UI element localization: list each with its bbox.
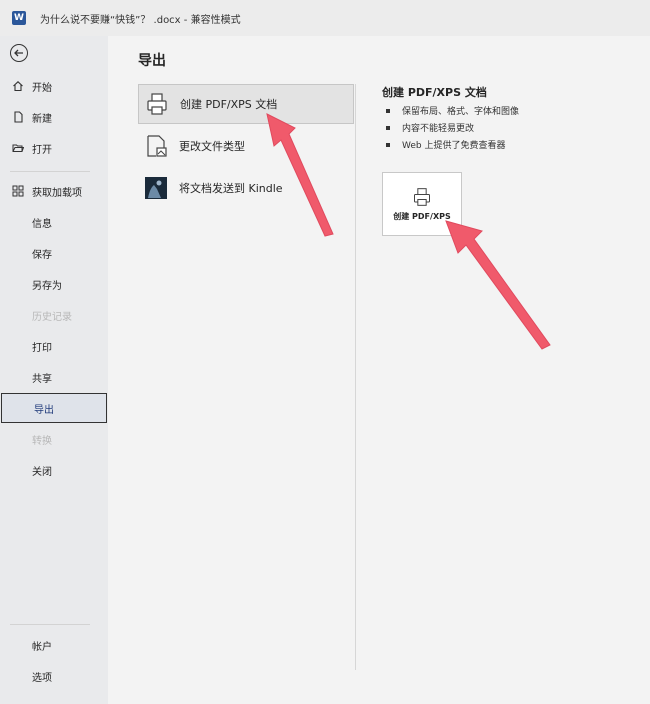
window-title: 为什么说不要赚“快钱”？ .docx - 兼容性模式 — [40, 14, 241, 26]
sidebar-item-label: 共享 — [32, 373, 52, 385]
sidebar-item-label: 信息 — [32, 218, 52, 230]
detail-bullet: Web 上提供了免费查看器 — [382, 136, 519, 153]
back-button[interactable] — [10, 44, 28, 62]
folder-open-icon — [12, 142, 26, 154]
page-title: 导出 — [138, 53, 166, 69]
detail-bullet-list: 保留布局、格式、字体和图像 内容不能轻易更改 Web 上提供了免费查看器 — [382, 102, 519, 153]
change-file-type-icon — [143, 133, 169, 159]
sidebar-item-label: 帐户 — [32, 641, 52, 653]
detail-bullet: 保留布局、格式、字体和图像 — [382, 102, 519, 119]
sidebar-item-new[interactable]: 新建 — [0, 103, 108, 131]
kindle-icon — [143, 175, 169, 201]
sidebar-item-print[interactable]: 打印 — [0, 332, 108, 360]
home-icon — [12, 80, 26, 92]
sidebar-item-label: 新建 — [32, 113, 52, 125]
detail-title: 创建 PDF/XPS 文档 — [382, 86, 487, 99]
sidebar-divider — [10, 624, 90, 625]
detail-bullet: 内容不能轻易更改 — [382, 119, 519, 136]
create-pdf-xps-button-label: 创建 PDF/XPS — [393, 211, 451, 221]
export-option-change-file-type[interactable]: 更改文件类型 — [138, 126, 354, 166]
sidebar-item-export[interactable]: 导出 — [1, 393, 107, 423]
export-option-send-to-kindle[interactable]: 将文档发送到 Kindle — [138, 168, 354, 208]
sidebar-item-transform: 转换 — [0, 425, 108, 453]
sidebar-item-history: 历史记录 — [0, 301, 108, 329]
create-pdf-xps-button[interactable]: 创建 PDF/XPS — [382, 172, 462, 236]
pdf-printer-icon — [144, 91, 170, 117]
sidebar-item-save-as[interactable]: 另存为 — [0, 270, 108, 298]
arrow-left-circle-icon — [14, 49, 23, 57]
sidebar-item-label: 另存为 — [32, 280, 62, 292]
sidebar-item-home[interactable]: 开始 — [0, 72, 108, 100]
sidebar-item-open[interactable]: 打开 — [0, 134, 108, 162]
sidebar-item-label: 打开 — [32, 144, 52, 156]
sidebar-item-save[interactable]: 保存 — [0, 239, 108, 267]
export-option-create-pdf[interactable]: 创建 PDF/XPS 文档 — [138, 84, 354, 124]
export-option-label: 将文档发送到 Kindle — [179, 182, 283, 195]
sidebar-item-label: 选项 — [32, 672, 52, 684]
export-panel: 导出 创建 PDF/XPS 文档 更改文件类型 将文档发送到 Kindle 创建… — [108, 36, 650, 704]
sidebar-divider — [10, 171, 90, 172]
sidebar-item-account[interactable]: 帐户 — [0, 631, 108, 659]
sidebar-item-label: 转换 — [32, 435, 52, 447]
export-option-label: 更改文件类型 — [179, 140, 245, 153]
title-bar: W 为什么说不要赚“快钱”？ .docx - 兼容性模式 — [0, 0, 650, 36]
sidebar-item-get-addins[interactable]: 获取加载项 — [0, 177, 108, 205]
sidebar-item-options[interactable]: 选项 — [0, 662, 108, 690]
export-option-label: 创建 PDF/XPS 文档 — [180, 98, 278, 111]
sidebar-item-close[interactable]: 关闭 — [0, 456, 108, 484]
sidebar-item-info[interactable]: 信息 — [0, 208, 108, 236]
panel-divider — [355, 84, 356, 670]
addins-grid-icon — [12, 185, 26, 197]
sidebar-item-label: 关闭 — [32, 466, 52, 478]
sidebar-item-label: 开始 — [32, 82, 52, 94]
sidebar-item-label: 打印 — [32, 342, 52, 354]
sidebar-item-label: 导出 — [34, 404, 54, 416]
word-logo-icon: W — [12, 11, 26, 25]
new-document-icon — [12, 111, 26, 123]
backstage-sidebar: 开始 新建 打开 获取加载项 信息 保存 另存为 历史记录 打印 共享 导出 转… — [0, 36, 108, 704]
pdf-printer-icon — [414, 187, 430, 206]
sidebar-item-label: 获取加载项 — [32, 187, 82, 199]
sidebar-item-share[interactable]: 共享 — [0, 363, 108, 391]
sidebar-item-label: 保存 — [32, 249, 52, 261]
sidebar-item-label: 历史记录 — [32, 311, 72, 323]
